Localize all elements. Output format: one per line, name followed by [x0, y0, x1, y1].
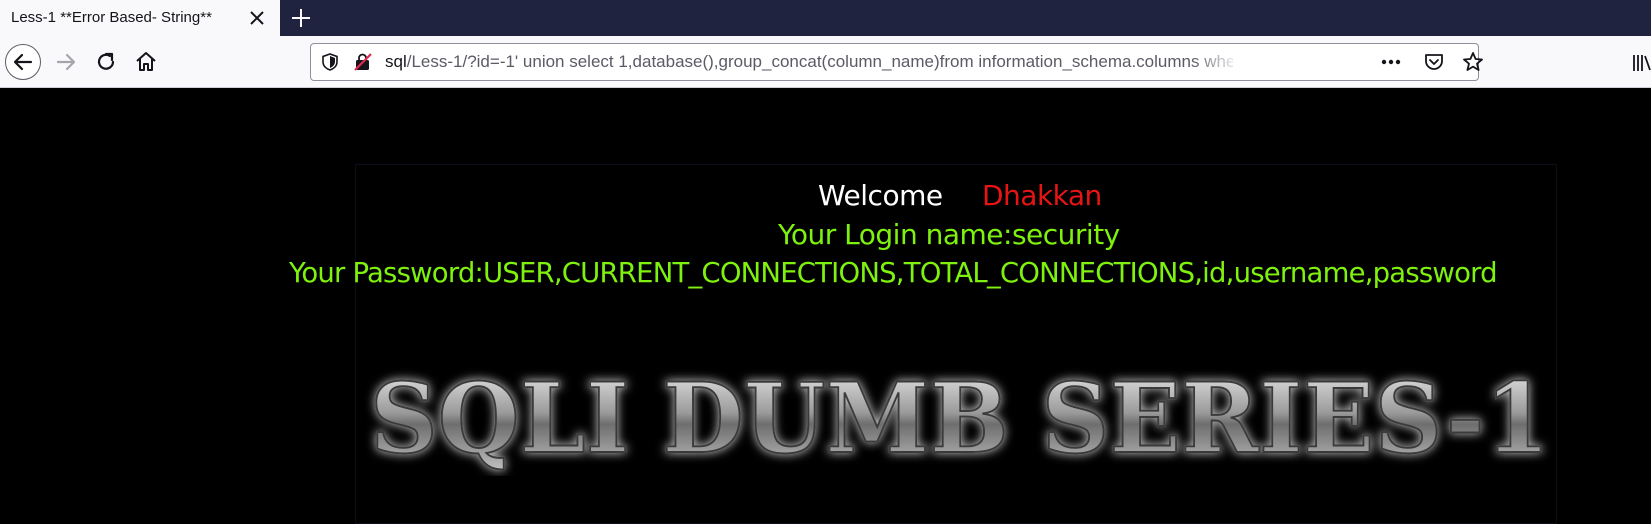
more-actions-icon[interactable] — [1379, 52, 1403, 72]
forward-arrow-icon[interactable] — [48, 44, 84, 80]
url-bar[interactable]: sql/Less-1/?id=-1' union select 1,databa… — [310, 43, 1483, 81]
arrow-left-icon — [13, 53, 33, 71]
insecure-connection-lock-icon[interactable] — [353, 52, 373, 72]
reload-icon[interactable] — [88, 44, 124, 80]
tracking-protection-shield-icon[interactable] — [320, 52, 340, 72]
tab-title: Less-1 **Error Based- String** — [11, 9, 212, 26]
page-content: Welcome Dhakkan Your Login name:security… — [0, 88, 1651, 524]
bookmark-star-icon[interactable] — [1461, 50, 1485, 74]
pocket-icon[interactable] — [1423, 51, 1445, 73]
welcome-label: Welcome — [818, 179, 943, 212]
url-host: sql — [385, 52, 407, 71]
url-fade — [1191, 46, 1241, 78]
library-icon[interactable] — [1631, 52, 1651, 74]
new-tab-plus-icon[interactable] — [289, 6, 313, 30]
home-icon[interactable] — [128, 44, 164, 80]
tab-active[interactable]: Less-1 **Error Based- String** — [0, 0, 280, 36]
close-icon[interactable] — [248, 9, 266, 27]
welcome-name: Dhakkan — [982, 179, 1102, 212]
url-input[interactable]: sql/Less-1/?id=-1' union select 1,databa… — [385, 52, 1233, 72]
banner-text: SQLI DUMB SERIES-1 — [370, 366, 1550, 475]
url-path: /Less-1/?id=-1' union select 1,database(… — [406, 52, 1233, 71]
navigation-bar: sql/Less-1/?id=-1' union select 1,databa… — [0, 36, 1651, 88]
sqli-dumb-series-banner: SQLI DUMB SERIES-1 — [369, 366, 1551, 476]
password-result: Your Password:USER,CURRENT_CONNECTIONS,T… — [289, 257, 1498, 289]
login-name-result: Your Login name:security — [778, 218, 1120, 251]
back-button[interactable] — [5, 44, 41, 80]
tab-strip: Less-1 **Error Based- String** — [0, 0, 1651, 36]
